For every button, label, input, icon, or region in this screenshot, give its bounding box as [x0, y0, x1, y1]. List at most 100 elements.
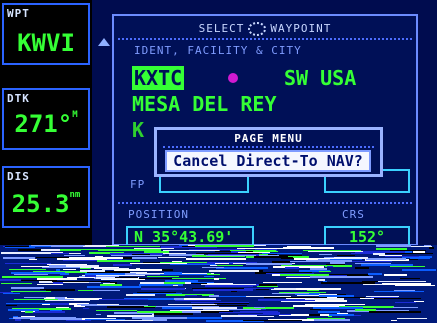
- noise-streak: [209, 295, 219, 297]
- noise-streak: [51, 245, 83, 247]
- noise-streak: [115, 277, 138, 278]
- noise-streak: [162, 307, 192, 309]
- noise-streak: [14, 299, 58, 300]
- wpt-label: WPT: [7, 7, 30, 20]
- waypoint-knob-icon: [248, 22, 267, 36]
- noise-streak: [160, 274, 207, 275]
- noise-streak: [363, 284, 383, 285]
- noise-streak: [80, 266, 94, 268]
- noise-streak: [13, 317, 76, 319]
- noise-streak: [413, 251, 425, 253]
- noise-streak: [334, 257, 368, 259]
- fpl-label: FP: [130, 178, 146, 191]
- noise-streak: [319, 295, 354, 297]
- noise-streak: [360, 298, 374, 299]
- scroll-up-arrow-icon[interactable]: [98, 38, 110, 46]
- noise-streak: [106, 320, 153, 321]
- noise-streak: [262, 253, 302, 254]
- noise-streak: [56, 269, 60, 271]
- noise-streak: [36, 257, 67, 258]
- noise-streak: [193, 289, 253, 291]
- noise-streak: [379, 255, 402, 256]
- noise-streak: [160, 262, 207, 263]
- noise-streak: [382, 253, 433, 254]
- noise-streak: [204, 276, 214, 277]
- noise-streak: [286, 257, 293, 259]
- noise-streak: [216, 296, 248, 297]
- display-noise-band: [0, 245, 437, 323]
- noise-streak: [254, 307, 265, 308]
- ident-row[interactable]: KXTC: [132, 66, 185, 90]
- noise-streak: [352, 261, 392, 262]
- noise-streak: [53, 282, 63, 284]
- noise-streak: [272, 261, 290, 263]
- noise-streak: [216, 258, 246, 260]
- position-separator: [118, 202, 412, 204]
- noise-streak: [400, 278, 420, 279]
- city-row-partial: K: [132, 118, 145, 142]
- noise-streak: [111, 255, 162, 256]
- noise-streak: [173, 285, 178, 286]
- noise-streak: [368, 273, 382, 275]
- noise-streak: [310, 276, 373, 278]
- noise-streak: [114, 269, 162, 271]
- noise-streak: [11, 272, 65, 274]
- noise-streak: [393, 307, 418, 308]
- noise-streak: [361, 264, 413, 266]
- noise-streak: [50, 303, 69, 305]
- noise-streak: [170, 264, 216, 265]
- noise-streak: [107, 316, 133, 317]
- noise-streak: [243, 320, 302, 321]
- cancel-direct-to-button[interactable]: Cancel Direct-To NAV?: [165, 150, 371, 172]
- noise-streak: [45, 300, 90, 301]
- noise-streak: [164, 282, 185, 284]
- noise-streak: [305, 298, 344, 300]
- noise-streak: [328, 316, 332, 317]
- noise-streak: [11, 291, 51, 292]
- noise-streak: [132, 317, 187, 319]
- noise-streak: [429, 247, 434, 249]
- noise-streak: [271, 288, 296, 290]
- noise-streak: [280, 274, 329, 276]
- dtk-unit: M: [72, 110, 78, 120]
- noise-streak: [355, 267, 369, 269]
- region-text: SW USA: [284, 66, 357, 90]
- noise-streak: [96, 314, 101, 315]
- noise-streak: [281, 265, 331, 266]
- noise-streak: [18, 249, 41, 251]
- noise-streak: [189, 249, 245, 250]
- noise-streak: [286, 277, 312, 278]
- noise-streak: [37, 278, 77, 280]
- noise-streak: [164, 272, 182, 274]
- noise-streak: [113, 264, 132, 266]
- noise-streak: [374, 291, 424, 292]
- title-waypoint: WAYPOINT: [270, 22, 332, 35]
- noise-streak: [5, 247, 35, 248]
- noise-streak: [96, 310, 137, 311]
- noise-streak: [384, 274, 407, 276]
- noise-streak: [3, 293, 20, 294]
- noise-streak: [243, 307, 294, 309]
- noise-streak: [99, 299, 148, 300]
- noise-streak: [285, 267, 299, 269]
- noise-streak: [231, 291, 237, 292]
- noise-streak: [390, 266, 425, 267]
- noise-streak: [391, 320, 397, 321]
- noise-streak: [52, 281, 110, 282]
- noise-streak: [257, 286, 278, 287]
- noise-streak: [238, 314, 291, 315]
- noise-streak: [14, 274, 48, 275]
- dtk-label: DTK: [7, 92, 30, 105]
- noise-streak: [1, 283, 32, 284]
- noise-streak: [366, 258, 406, 260]
- ident-cursor[interactable]: KXTC: [132, 66, 185, 90]
- noise-streak: [203, 309, 261, 310]
- noise-streak: [29, 259, 37, 260]
- noise-streak: [306, 260, 352, 262]
- noise-streak: [369, 311, 421, 313]
- noise-streak: [156, 306, 219, 307]
- noise-streak: [41, 249, 60, 251]
- noise-streak: [25, 311, 33, 313]
- noise-streak: [314, 305, 339, 306]
- symbol-dot-icon: [228, 73, 238, 83]
